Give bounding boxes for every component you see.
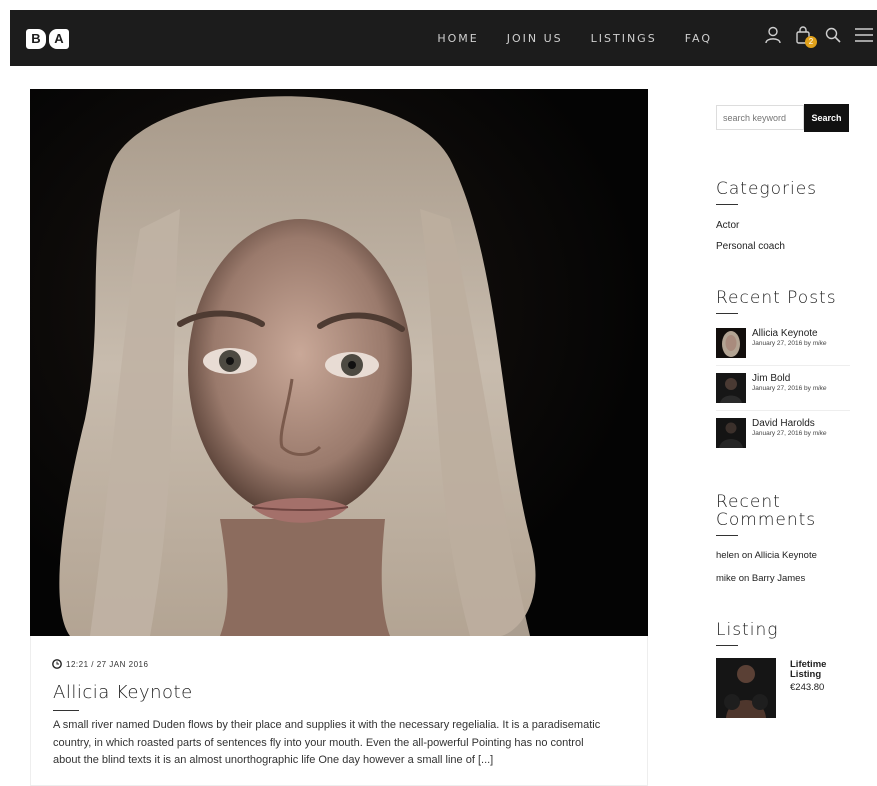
- logo-letter-a: A: [49, 29, 69, 49]
- recent-post-separator: [716, 410, 850, 411]
- recent-post-separator: [716, 365, 850, 366]
- search-input[interactable]: [716, 105, 804, 130]
- recent-post-title: David Harolds: [752, 418, 815, 429]
- user-icon[interactable]: [765, 26, 781, 49]
- post-title[interactable]: Allicia Keynote: [53, 682, 193, 703]
- recent-comments-title-line1: Recent: [716, 492, 781, 512]
- menu-icon[interactable]: [855, 26, 873, 49]
- cart-icon[interactable]: 2: [795, 26, 817, 49]
- comment-item[interactable]: mike on Barry James: [716, 573, 805, 584]
- cart-count-badge: 2: [805, 36, 817, 48]
- nav-listings[interactable]: LISTINGS: [591, 32, 657, 45]
- recent-comments-title-line2: Comments: [716, 510, 817, 530]
- nav-join-us[interactable]: JOIN US: [507, 32, 563, 45]
- listing-divider: [716, 645, 738, 646]
- search-button[interactable]: Search: [804, 104, 849, 132]
- recent-comments-divider: [716, 535, 738, 536]
- recent-post-thumbnail: [716, 373, 746, 403]
- categories-divider: [716, 204, 738, 205]
- search-icon[interactable]: [825, 26, 841, 49]
- nav-home[interactable]: HOME: [437, 32, 478, 45]
- post-meta: 12:21 / 27 JAN 2016: [52, 659, 148, 669]
- recent-posts-divider: [716, 313, 738, 314]
- recent-post-date: January 27, 2016 by mike: [752, 430, 827, 437]
- category-personal-coach[interactable]: Personal coach: [716, 241, 785, 252]
- main-nav: HOME JOIN US LISTINGS FAQ: [437, 10, 712, 66]
- comment-item[interactable]: helen on Allicia Keynote: [716, 550, 817, 561]
- logo-letter-b: B: [26, 29, 46, 49]
- site-logo[interactable]: B A: [26, 29, 69, 49]
- top-navbar: B A HOME JOIN US LISTINGS FAQ 2: [10, 10, 877, 66]
- recent-post-date: January 27, 2016 by mike: [752, 340, 827, 347]
- recent-post-item[interactable]: Jim Bold January 27, 2016 by mike: [716, 373, 850, 409]
- recent-posts-title: Recent Posts: [716, 288, 837, 308]
- recent-post-date: January 27, 2016 by mike: [752, 385, 827, 392]
- listing-thumbnail[interactable]: [716, 658, 776, 718]
- portrait-illustration: [30, 89, 648, 636]
- title-divider: [53, 710, 79, 711]
- recent-post-thumbnail: [716, 328, 746, 358]
- search-form: Search: [716, 104, 849, 132]
- clock-icon: [52, 659, 62, 669]
- nav-icons: 2: [765, 26, 873, 49]
- recent-post-thumbnail: [716, 418, 746, 448]
- listing-title: Listing: [716, 620, 779, 640]
- recent-post-title: Allicia Keynote: [752, 328, 818, 339]
- post-featured-image[interactable]: [30, 89, 648, 636]
- post-excerpt: A small river named Duden flows by their…: [53, 719, 601, 766]
- recent-post-item[interactable]: Allicia Keynote January 27, 2016 by mike: [716, 328, 850, 364]
- category-actor[interactable]: Actor: [716, 220, 739, 231]
- categories-title: Categories: [716, 179, 818, 199]
- nav-faq[interactable]: FAQ: [685, 32, 712, 45]
- post-date: 12:21 / 27 JAN 2016: [66, 659, 149, 669]
- listing-name[interactable]: Lifetime Listing: [790, 660, 840, 680]
- recent-post-title: Jim Bold: [752, 373, 791, 384]
- recent-post-item[interactable]: David Harolds January 27, 2016 by mike: [716, 418, 850, 454]
- listing-price: €243.80: [790, 682, 825, 693]
- post-card: 12:21 / 27 JAN 2016 Allicia Keynote A sm…: [30, 636, 648, 786]
